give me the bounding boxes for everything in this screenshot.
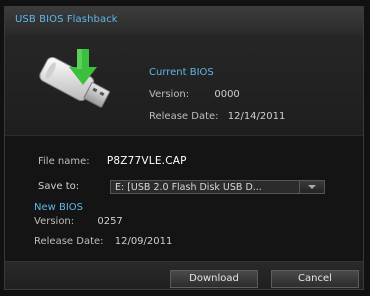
new-version-row: Version: 0257 xyxy=(34,216,123,227)
current-bios-heading: Current BIOS xyxy=(149,67,214,78)
current-version-value: 0000 xyxy=(214,89,240,100)
usb-flash-drive-icon xyxy=(39,49,110,108)
current-bios-panel: Current BIOS Version: 0000 Release Date:… xyxy=(5,35,363,136)
save-to-label: Save to: xyxy=(38,181,80,192)
usb-bios-flashback-dialog: USB BIOS Flashback Current BIOS Version:… xyxy=(4,6,364,290)
save-to-dropdown[interactable]: E: [USB 2.0 Flash Disk USB D... xyxy=(110,180,325,194)
dropdown-button[interactable] xyxy=(299,181,324,193)
new-version-label: Version: xyxy=(34,216,75,227)
new-bios-heading: New BIOS xyxy=(34,202,84,213)
save-to-value: E: [USB 2.0 Flash Disk USB D... xyxy=(115,182,262,193)
new-release-date-label: Release Date: xyxy=(34,236,104,247)
file-name-value: P8Z77VLE.CAP xyxy=(106,155,187,167)
current-version-row: Version: 0000 xyxy=(149,89,240,100)
chevron-down-icon xyxy=(308,185,316,189)
current-release-date-label: Release Date: xyxy=(149,111,219,122)
new-version-value: 0257 xyxy=(97,216,123,227)
cancel-button[interactable]: Cancel xyxy=(271,270,359,288)
title-bar: USB BIOS Flashback xyxy=(5,7,363,36)
file-name-label: File name: xyxy=(38,156,90,167)
new-release-row: Release Date: 12/09/2011 xyxy=(34,236,172,247)
current-version-label: Version: xyxy=(149,89,190,100)
file-name-row: File name: P8Z77VLE.CAP xyxy=(38,155,187,167)
current-release-date-value: 12/14/2011 xyxy=(227,111,286,122)
dialog-title: USB BIOS Flashback xyxy=(15,14,118,25)
current-release-row: Release Date: 12/14/2011 xyxy=(149,111,285,122)
new-release-date-value: 12/09/2011 xyxy=(114,236,173,247)
download-button[interactable]: Download xyxy=(170,270,258,288)
